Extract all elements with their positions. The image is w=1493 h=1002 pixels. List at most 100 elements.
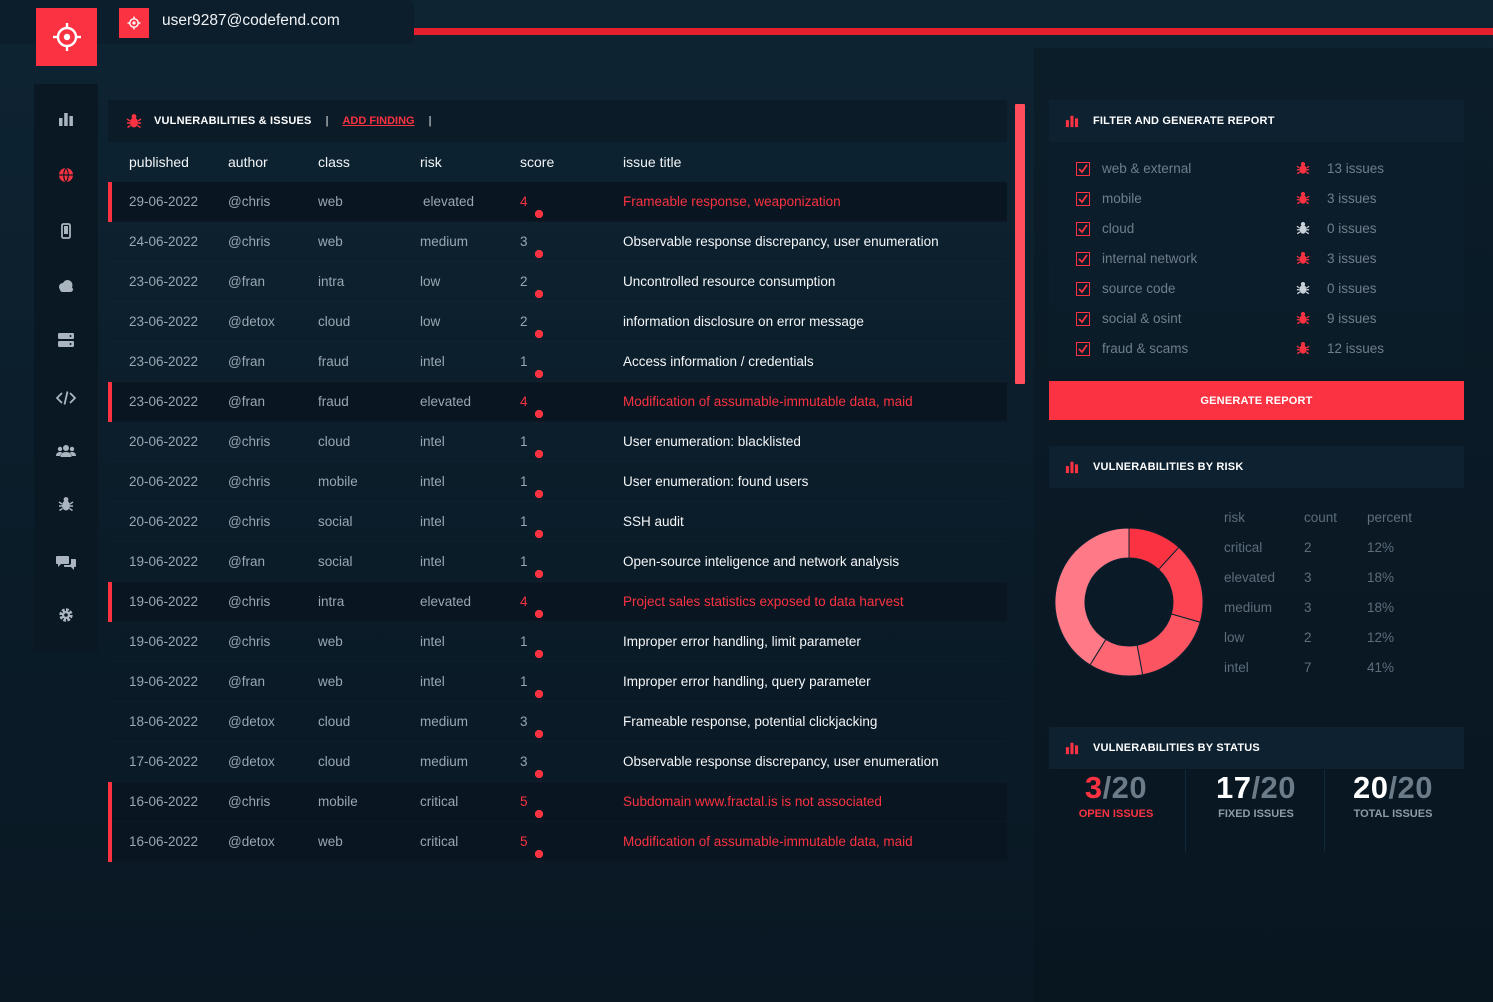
cell-issue-title[interactable]: Observable response discrepancy, user en…	[623, 754, 939, 769]
table-scrollbar[interactable]	[1015, 104, 1025, 384]
cell-published: 20-06-2022	[129, 474, 199, 489]
table-row[interactable]: 16-06-2022 @chris mobile critical 5 Subdomain…	[108, 782, 1007, 822]
vulnerabilities-table: 29-06-2022 @chris web elevated 4 Frameable re…	[108, 182, 1007, 862]
cell-issue-title[interactable]: Modification of assumable-immutable data…	[623, 834, 913, 849]
table-header: published author class risk score issue …	[108, 144, 1007, 180]
score-dot	[535, 610, 543, 618]
table-row[interactable]: 19-06-2022 @fran social intel 1 Open-source i…	[108, 542, 1007, 582]
table-row[interactable]: 17-06-2022 @detox cloud medium 3 Observable r…	[108, 742, 1007, 782]
filter-checkbox[interactable]	[1076, 342, 1090, 356]
table-row[interactable]: 19-06-2022 @chris web intel 1 Improper error …	[108, 622, 1007, 662]
user-email[interactable]: user9287@codefend.com	[162, 12, 340, 30]
status-label: OPEN ISSUES	[1078, 808, 1154, 820]
risk-table-cell: intel	[1224, 660, 1249, 675]
sidebar-item-settings[interactable]	[34, 595, 98, 635]
table-row[interactable]: 23-06-2022 @detox cloud low 2 information dis…	[108, 302, 1007, 342]
add-finding-link[interactable]: ADD FINDING	[342, 115, 414, 127]
sidebar-item-dashboard[interactable]	[34, 99, 98, 139]
table-row[interactable]: 20-06-2022 @chris mobile intel 1 User enumera…	[108, 462, 1007, 502]
filter-item[interactable]: web & external 13 issues	[1049, 143, 1464, 176]
cell-risk: critical	[420, 834, 459, 849]
cell-issue-title[interactable]: User enumeration: blacklisted	[623, 434, 801, 449]
filter-item[interactable]: mobile 3 issues	[1049, 173, 1464, 206]
cell-issue-title[interactable]: SSH audit	[623, 514, 684, 529]
cell-issue-title[interactable]: Project sales statistics exposed to data…	[623, 594, 904, 609]
filter-item[interactable]: cloud 0 issues	[1049, 203, 1464, 236]
score-dot	[535, 530, 543, 538]
cell-issue-title[interactable]: Access information / credentials	[623, 354, 814, 369]
cell-issue-title[interactable]: Improper error handling, limit parameter	[623, 634, 861, 649]
cell-published: 20-06-2022	[129, 434, 199, 449]
filter-item[interactable]: social & osint 9 issues	[1049, 293, 1464, 326]
sidebar-item-network[interactable]	[34, 320, 98, 360]
cell-score: 5	[520, 794, 528, 809]
sidebar-item-social[interactable]	[34, 431, 98, 471]
cell-issue-title[interactable]: Frameable response, potential clickjacki…	[623, 714, 877, 729]
filter-item[interactable]: source code 0 issues	[1049, 263, 1464, 296]
table-row[interactable]: 19-06-2022 @fran web intel 1 Improper error h…	[108, 662, 1007, 702]
risk-table-cell: elevated	[1224, 570, 1276, 585]
filter-item[interactable]: internal network 3 issues	[1049, 233, 1464, 266]
cell-issue-title[interactable]: information disclosure on error message	[623, 314, 864, 329]
sidebar-item-web[interactable]	[34, 155, 98, 195]
cell-issue-title[interactable]: Modification of assumable-immutable data…	[623, 394, 913, 409]
risk-table-header: count	[1304, 510, 1338, 525]
cell-author: @detox	[228, 834, 275, 849]
table-row[interactable]: 24-06-2022 @chris web medium 3 Observable res…	[108, 222, 1007, 262]
sidebar-item-support[interactable]	[34, 542, 98, 582]
status-count-value: 17	[1215, 770, 1252, 805]
table-row[interactable]: 23-06-2022 @fran intra low 2 Uncontrolled res…	[108, 262, 1007, 302]
cell-risk: intel	[420, 514, 445, 529]
column-header-class[interactable]: class	[318, 154, 350, 170]
column-header-risk[interactable]: risk	[420, 154, 442, 170]
table-row[interactable]: 23-06-2022 @fran fraud intel 1 Access informa…	[108, 342, 1007, 382]
cell-score: 3	[520, 234, 528, 249]
filter-list: web & external 13 issues mobile 3 issues clo…	[1049, 143, 1464, 368]
sidebar-item-mobile[interactable]	[34, 211, 98, 251]
cell-published: 16-06-2022	[129, 794, 199, 809]
cell-risk: elevated	[420, 594, 472, 609]
sidebar-item-cloud[interactable]	[34, 266, 98, 306]
cell-class: intra	[318, 594, 345, 609]
risk-table-cell: 2	[1304, 630, 1312, 645]
sidebar-item-issues[interactable]	[34, 484, 98, 524]
table-row[interactable]: 16-06-2022 @detox web critical 5 Modification…	[108, 822, 1007, 862]
table-row[interactable]: 23-06-2022 @fran fraud elevated 4 Modificatio…	[108, 382, 1007, 422]
cell-issue-title[interactable]: Subdomain www.fractal.is is not associat…	[623, 794, 882, 809]
table-row[interactable]: 20-06-2022 @chris cloud intel 1 User enumerat…	[108, 422, 1007, 462]
cell-author: @chris	[228, 794, 271, 809]
table-row[interactable]: 20-06-2022 @chris social intel 1 SSH audit	[108, 502, 1007, 542]
gear-icon	[59, 608, 73, 622]
cell-score: 5	[520, 834, 528, 849]
cell-issue-title[interactable]: User enumeration: found users	[623, 474, 808, 489]
cell-class: cloud	[318, 314, 351, 329]
table-row[interactable]: 19-06-2022 @chris intra elevated 4 Project sa…	[108, 582, 1007, 622]
user-avatar[interactable]	[119, 8, 149, 38]
table-row[interactable]: 18-06-2022 @detox cloud medium 3 Frameable re…	[108, 702, 1007, 742]
column-header-published[interactable]: published	[129, 154, 189, 170]
column-header-author[interactable]: author	[228, 154, 268, 170]
cell-issue-title[interactable]: Open-source inteligence and network anal…	[623, 554, 899, 569]
score-dot	[535, 450, 543, 458]
bar-chart-icon	[1065, 740, 1081, 756]
score-dot	[535, 250, 543, 258]
cell-issue-title[interactable]: Frameable response, weaponization	[623, 194, 841, 209]
filter-item[interactable]: fraud & scams 12 issues	[1049, 323, 1464, 356]
bug-icon	[1296, 341, 1310, 355]
column-header-score[interactable]: score	[520, 154, 554, 170]
app-logo[interactable]	[36, 8, 97, 66]
cell-issue-title[interactable]: Observable response discrepancy, user en…	[623, 234, 939, 249]
generate-report-button[interactable]: GENERATE REPORT	[1049, 381, 1464, 420]
cell-class: cloud	[318, 434, 351, 449]
cell-risk: elevated	[423, 194, 475, 209]
cell-class: cloud	[318, 714, 351, 729]
table-row[interactable]: 29-06-2022 @chris web elevated 4 Frameable re…	[108, 182, 1007, 222]
cell-issue-title[interactable]: Uncontrolled resource consumption	[623, 274, 835, 289]
cell-issue-title[interactable]: Improper error handling, query parameter	[623, 674, 871, 689]
cell-score: 3	[520, 714, 528, 729]
vulnerabilities-title: VULNERABILITIES & ISSUES	[154, 115, 312, 127]
column-header-issue-title[interactable]: issue title	[623, 154, 681, 170]
cell-author: @chris	[228, 474, 271, 489]
header-accent-line	[414, 28, 1493, 35]
sidebar-item-source-code[interactable]	[34, 378, 98, 418]
